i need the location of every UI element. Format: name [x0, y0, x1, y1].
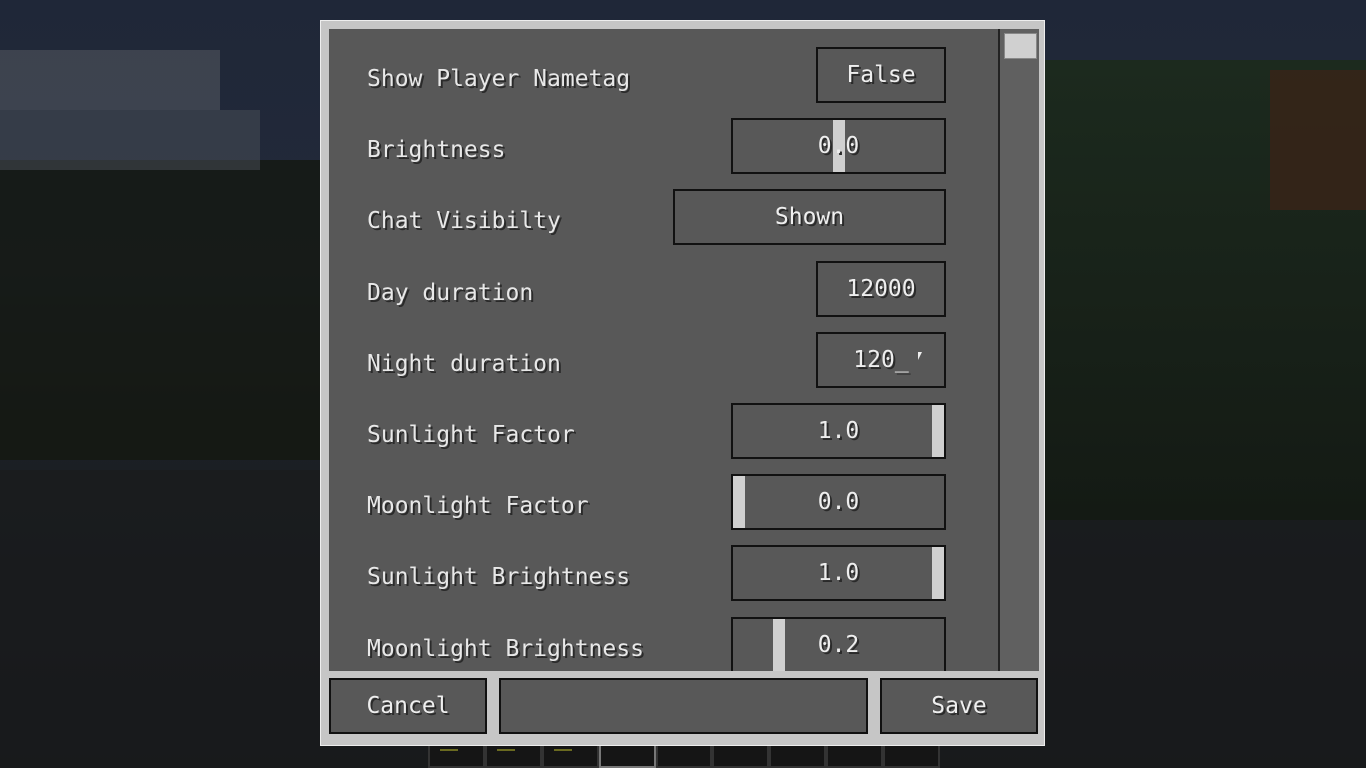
setting-label: Sunlight Brightness — [367, 564, 631, 591]
setting-label: Day duration — [367, 279, 534, 306]
cloud — [0, 110, 260, 170]
cancel-label: Cancel — [366, 693, 450, 719]
setting-label: Chat Visibilty — [367, 208, 561, 235]
setting-slider[interactable]: 1.0 — [731, 403, 946, 459]
setting-slider[interactable]: 0.2 — [731, 616, 946, 671]
slider-handle[interactable] — [932, 405, 944, 457]
hotbar-slot — [769, 746, 827, 768]
slider-handle[interactable] — [733, 476, 745, 529]
setting-text-field[interactable]: 12000 — [816, 260, 946, 317]
setting-label: Moonlight Brightness — [367, 635, 644, 662]
scrollbar[interactable] — [998, 29, 1039, 671]
save-button[interactable]: Save — [880, 678, 1038, 734]
setting-toggle-button[interactable]: False — [816, 47, 946, 103]
setting-value: Shown — [774, 204, 845, 231]
setting-slider[interactable]: 1.0 — [731, 545, 946, 602]
setting-label: Brightness — [367, 137, 506, 164]
blank-button[interactable] — [499, 678, 868, 734]
setting-slider[interactable]: 0.0 — [731, 118, 946, 175]
mouse-cursor-icon — [918, 351, 922, 360]
hotbar — [428, 746, 941, 768]
hotbar-slot — [428, 746, 485, 768]
slider-handle[interactable] — [772, 618, 785, 671]
cancel-button[interactable]: Cancel — [329, 678, 487, 734]
setting-text-field[interactable]: 120_ — [816, 331, 946, 388]
setting-value: 0.2 — [817, 631, 860, 658]
hotbar-slot — [655, 746, 713, 768]
hotbar-slot — [826, 746, 884, 768]
setting-toggle-button[interactable]: Shown — [673, 189, 946, 246]
setting-label: Moonlight Factor — [367, 493, 589, 520]
settings-list: Show Player Nametag False Brightness 0.0 Cha… — [329, 29, 1039, 671]
setting-value: 120_ — [853, 346, 909, 373]
setting-label: Sunlight Factor — [367, 422, 575, 448]
setting-value: 1.0 — [817, 560, 860, 587]
setting-value: 0.0 — [817, 489, 860, 516]
slider-handle[interactable] — [932, 547, 944, 600]
hotbar-slot — [712, 746, 770, 768]
hotbar-slot-selected — [598, 746, 656, 768]
cloud — [0, 50, 220, 110]
setting-value: False — [846, 62, 916, 88]
setting-label: Show Player Nametag — [367, 66, 631, 92]
scrollbar-thumb[interactable] — [1004, 33, 1037, 59]
settings-dialog: Show Player Nametag False Brightness 0.0 Cha… — [320, 20, 1045, 746]
hotbar-slot — [883, 746, 941, 768]
hotbar-slot — [484, 746, 542, 768]
setting-value: 1.0 — [817, 418, 860, 444]
dirt-block — [1270, 70, 1366, 210]
setting-value: 12000 — [846, 275, 916, 302]
hotbar-slot — [541, 746, 599, 768]
tree-silhouette — [0, 160, 320, 460]
setting-label: Night duration — [367, 350, 561, 377]
save-label: Save — [931, 693, 987, 719]
setting-slider[interactable]: 0.0 — [731, 474, 946, 531]
setting-value: 0.0 — [817, 133, 860, 160]
